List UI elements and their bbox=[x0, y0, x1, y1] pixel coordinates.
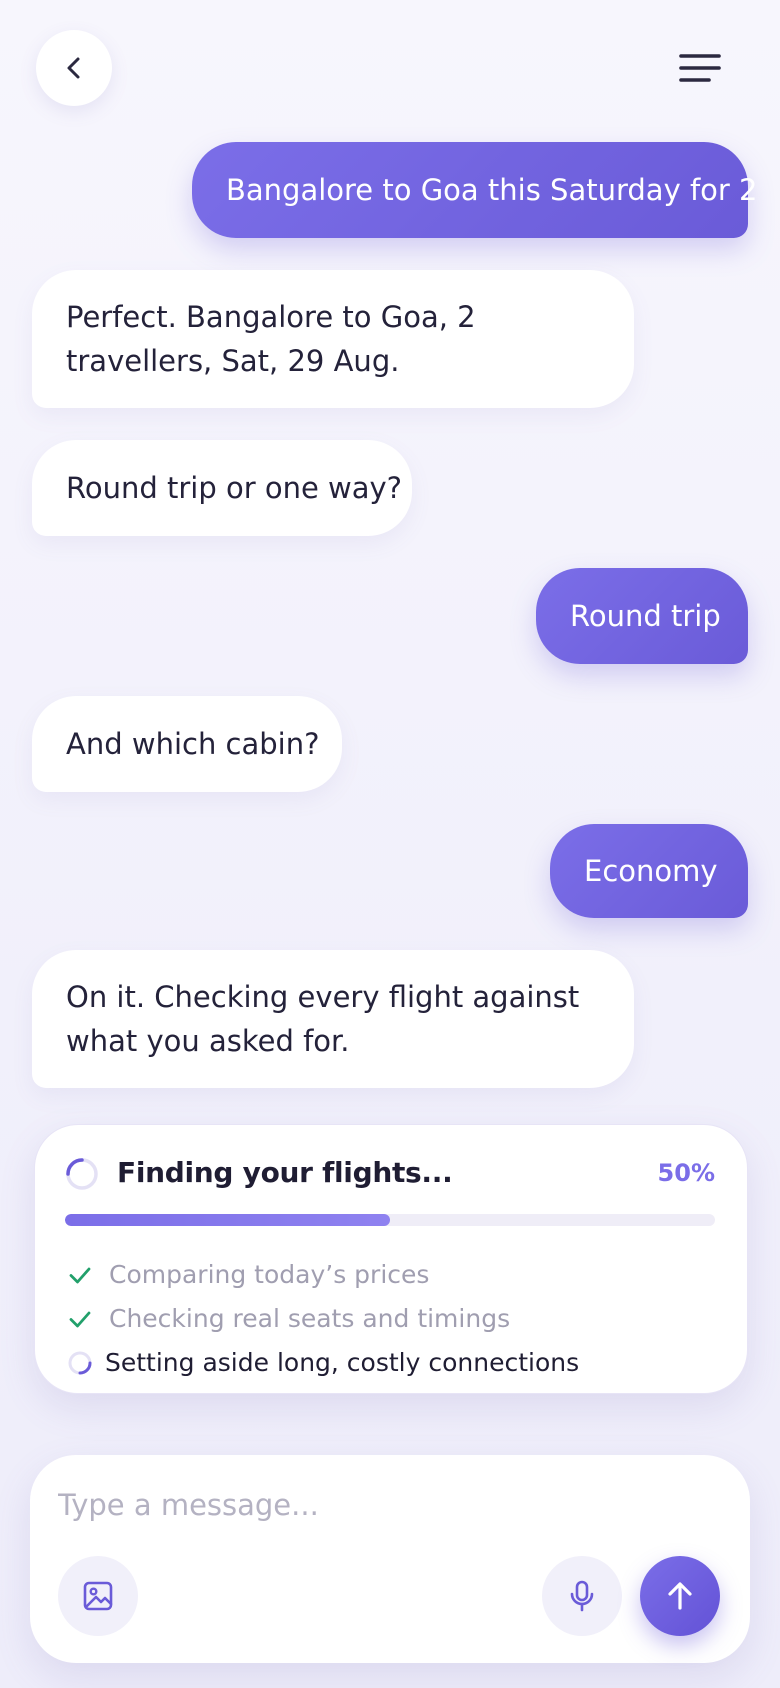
message-text: Round trip or one way? bbox=[66, 471, 403, 505]
search-step-connections: Setting aside long, costly connections bbox=[65, 1343, 579, 1383]
message-text: Economy bbox=[584, 854, 718, 888]
arrow-up-icon bbox=[668, 1582, 692, 1610]
user-message: Round trip bbox=[536, 568, 748, 664]
message-input[interactable] bbox=[58, 1477, 718, 1533]
loading-spinner-icon bbox=[66, 1158, 98, 1190]
progress-bar bbox=[65, 1214, 715, 1226]
progress-percent: 50% bbox=[657, 1159, 715, 1187]
voice-input-button[interactable] bbox=[542, 1556, 622, 1636]
message-text: Bangalore to Goa this Saturday for 2 bbox=[226, 173, 758, 207]
search-step-label: Checking real seats and timings bbox=[109, 1304, 511, 1333]
message-text: Perfect. Bangalore to Goa, 2 travellers,… bbox=[66, 300, 476, 378]
microphone-icon bbox=[570, 1580, 594, 1612]
user-message: Bangalore to Goa this Saturday for 2 bbox=[192, 142, 758, 238]
hamburger-menu-icon bbox=[679, 54, 721, 82]
bot-message: And which cabin? bbox=[32, 696, 342, 792]
message-text: And which cabin? bbox=[66, 727, 320, 761]
message-text: Round trip bbox=[570, 599, 721, 633]
chevron-left-icon bbox=[67, 57, 80, 79]
bot-message: Round trip or one way? bbox=[32, 440, 412, 536]
message-text: On it. Checking every flight against wha… bbox=[66, 980, 580, 1058]
back-button[interactable] bbox=[36, 30, 112, 106]
menu-button[interactable] bbox=[664, 42, 736, 94]
progress-bar-fill bbox=[65, 1214, 390, 1226]
check-icon bbox=[65, 1304, 95, 1334]
search-step-label: Comparing today’s prices bbox=[109, 1260, 430, 1289]
loading-spinner-icon bbox=[65, 1348, 95, 1378]
image-icon bbox=[83, 1581, 113, 1611]
message-composer bbox=[30, 1455, 750, 1663]
attach-image-button[interactable] bbox=[58, 1556, 138, 1636]
top-bar bbox=[0, 0, 780, 130]
search-step-seats: Checking real seats and timings bbox=[65, 1299, 510, 1339]
send-button[interactable] bbox=[640, 1556, 720, 1636]
bot-message: On it. Checking every flight against wha… bbox=[32, 950, 634, 1088]
search-step-label: Setting aside long, costly connections bbox=[105, 1348, 580, 1377]
bot-message: Perfect. Bangalore to Goa, 2 travellers,… bbox=[32, 270, 634, 408]
check-icon bbox=[65, 1260, 95, 1290]
flight-search-progress-card: Finding your flights... 50% Comparing to… bbox=[34, 1124, 748, 1394]
user-message: Economy bbox=[550, 824, 748, 918]
search-status-title: Finding your flights... bbox=[117, 1156, 453, 1189]
search-step-prices: Comparing today’s prices bbox=[65, 1255, 429, 1295]
